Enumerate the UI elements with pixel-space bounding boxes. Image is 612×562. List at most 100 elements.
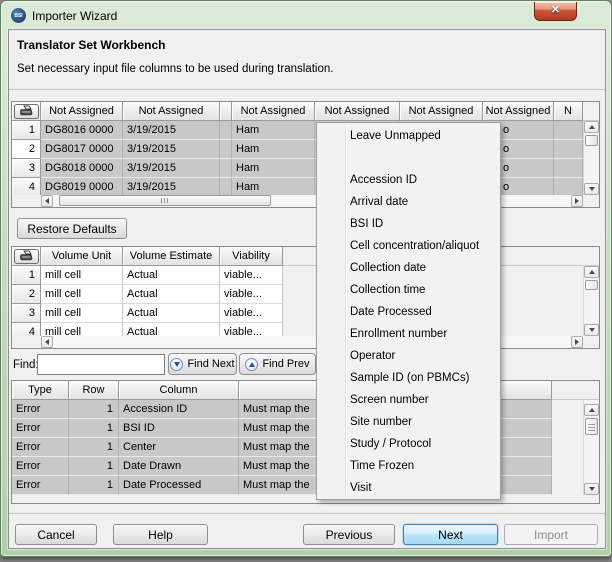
scroll-left-icon[interactable] bbox=[41, 336, 53, 348]
cell-column[interactable]: Accession ID bbox=[119, 400, 239, 419]
cell-row[interactable]: 1 bbox=[69, 457, 119, 476]
previous-button[interactable]: Previous bbox=[303, 524, 395, 545]
cell-column[interactable]: Center bbox=[119, 438, 239, 457]
cell-row[interactable]: 1 bbox=[69, 419, 119, 438]
vertical-scrollbar[interactable] bbox=[583, 400, 599, 495]
cell[interactable]: mill cell bbox=[41, 323, 123, 336]
select-all-corner-button[interactable] bbox=[12, 247, 41, 266]
cell[interactable]: mill cell bbox=[41, 304, 123, 323]
scroll-up-icon[interactable] bbox=[584, 404, 599, 416]
column-header-row[interactable]: Row bbox=[69, 381, 119, 400]
menu-item-leave-unmapped[interactable]: Leave Unmapped bbox=[317, 125, 500, 147]
menu-item[interactable]: Cell concentration/aliquot bbox=[317, 235, 500, 257]
scroll-up-icon[interactable] bbox=[584, 266, 599, 278]
column-header-narrow[interactable] bbox=[220, 102, 232, 121]
cell[interactable] bbox=[554, 121, 583, 140]
scrollbar-thumb[interactable] bbox=[585, 280, 598, 290]
column-header-viability[interactable]: Viability bbox=[220, 247, 283, 266]
row-number-button[interactable]: 3 bbox=[12, 304, 41, 323]
cell[interactable]: DG8017 0000 bbox=[41, 140, 123, 159]
menu-item[interactable]: Collection date bbox=[317, 257, 500, 279]
cell[interactable] bbox=[220, 121, 232, 140]
menu-item[interactable]: Accession ID bbox=[317, 169, 500, 191]
cell[interactable]: viable... bbox=[220, 304, 283, 323]
cell-column[interactable]: Date Processed bbox=[119, 476, 239, 495]
menu-item[interactable]: Arrival date bbox=[317, 191, 500, 213]
cell-type[interactable]: Error bbox=[12, 419, 69, 438]
column-header-not-assigned-1[interactable]: Not Assigned bbox=[41, 102, 123, 121]
scrollbar-thumb[interactable] bbox=[59, 195, 271, 206]
column-header-not-assigned-5[interactable]: Not Assigned bbox=[400, 102, 483, 121]
menu-item[interactable]: Enrollment number bbox=[317, 323, 500, 345]
scrollbar-thumb[interactable] bbox=[585, 418, 598, 435]
menu-item[interactable]: Time Frozen bbox=[317, 455, 500, 477]
cell-column[interactable]: BSI ID bbox=[119, 419, 239, 438]
restore-defaults-button[interactable]: Restore Defaults bbox=[17, 218, 127, 239]
vertical-scrollbar[interactable] bbox=[583, 121, 599, 195]
cell[interactable]: DG8019 0000 bbox=[41, 178, 123, 195]
cell[interactable]: DG8018 0000 bbox=[41, 159, 123, 178]
menu-item[interactable]: Study / Protocol bbox=[317, 433, 500, 455]
menu-item[interactable]: Collection time bbox=[317, 279, 500, 301]
cell[interactable]: Actual bbox=[123, 266, 220, 285]
select-all-corner-button[interactable] bbox=[12, 102, 41, 121]
cell[interactable]: mill cell bbox=[41, 285, 123, 304]
scroll-down-icon[interactable] bbox=[584, 483, 599, 495]
column-header-not-assigned-3[interactable]: Not Assigned bbox=[232, 102, 315, 121]
menu-item[interactable]: Screen number bbox=[317, 389, 500, 411]
close-button[interactable]: ✕ bbox=[534, 2, 577, 21]
vertical-scrollbar[interactable] bbox=[583, 266, 599, 336]
cell-row[interactable]: 1 bbox=[69, 438, 119, 457]
cell[interactable] bbox=[220, 178, 232, 195]
cell[interactable]: Actual bbox=[123, 323, 220, 336]
cell[interactable] bbox=[554, 159, 583, 178]
next-button[interactable]: Next bbox=[403, 524, 498, 545]
find-next-button[interactable]: Find Next bbox=[168, 353, 237, 375]
scrollbar-thumb[interactable] bbox=[585, 135, 598, 146]
column-header-not-assigned-4[interactable]: Not Assigned bbox=[315, 102, 400, 121]
row-number-button[interactable]: 4 bbox=[12, 178, 41, 195]
row-number-button[interactable]: 1 bbox=[12, 121, 41, 140]
scroll-left-icon[interactable] bbox=[41, 195, 53, 207]
cell[interactable]: viable... bbox=[220, 323, 283, 336]
cell[interactable]: Ham bbox=[232, 121, 315, 140]
scroll-down-icon[interactable] bbox=[584, 183, 599, 195]
cell[interactable]: viable... bbox=[220, 285, 283, 304]
menu-item[interactable]: Visit bbox=[317, 477, 500, 499]
cell[interactable]: 3/19/2015 bbox=[123, 140, 220, 159]
column-header-not-assigned-7[interactable]: N bbox=[554, 102, 583, 121]
menu-item[interactable]: Date Processed bbox=[317, 301, 500, 323]
cell-type[interactable]: Error bbox=[12, 400, 69, 419]
row-number-button[interactable]: 2 bbox=[12, 140, 41, 159]
cell[interactable] bbox=[554, 178, 583, 195]
scroll-right-icon[interactable] bbox=[571, 336, 583, 348]
row-number-button[interactable]: 1 bbox=[12, 266, 41, 285]
cell[interactable]: Ham bbox=[232, 159, 315, 178]
scroll-up-icon[interactable] bbox=[584, 121, 599, 133]
cell-type[interactable]: Error bbox=[12, 438, 69, 457]
cell[interactable]: 3/19/2015 bbox=[123, 159, 220, 178]
column-header-not-assigned-2[interactable]: Not Assigned bbox=[123, 102, 220, 121]
find-input[interactable] bbox=[37, 354, 165, 375]
row-number-button[interactable]: 4 bbox=[12, 323, 41, 336]
cancel-button[interactable]: Cancel bbox=[15, 524, 97, 545]
cell[interactable]: Ham bbox=[232, 140, 315, 159]
cell[interactable]: mill cell bbox=[41, 266, 123, 285]
cell[interactable]: 3/19/2015 bbox=[123, 121, 220, 140]
horizontal-scrollbar[interactable] bbox=[12, 336, 599, 348]
column-header-volume-estimate[interactable]: Volume Estimate bbox=[123, 247, 220, 266]
menu-item[interactable]: BSI ID bbox=[317, 213, 500, 235]
cell-type[interactable]: Error bbox=[12, 476, 69, 495]
column-header-type[interactable]: Type bbox=[12, 381, 69, 400]
menu-item[interactable]: Sample ID (on PBMCs) bbox=[317, 367, 500, 389]
menu-item[interactable]: Site number bbox=[317, 411, 500, 433]
scroll-down-icon[interactable] bbox=[584, 324, 599, 336]
find-prev-button[interactable]: Find Prev bbox=[239, 353, 316, 375]
cell[interactable]: DG8016 0000 bbox=[41, 121, 123, 140]
cell-type[interactable]: Error bbox=[12, 457, 69, 476]
row-number-button[interactable]: 3 bbox=[12, 159, 41, 178]
cell-row[interactable]: 1 bbox=[69, 476, 119, 495]
cell[interactable]: Ham bbox=[232, 178, 315, 195]
cell[interactable]: Actual bbox=[123, 304, 220, 323]
column-header-volume-unit[interactable]: Volume Unit bbox=[41, 247, 123, 266]
